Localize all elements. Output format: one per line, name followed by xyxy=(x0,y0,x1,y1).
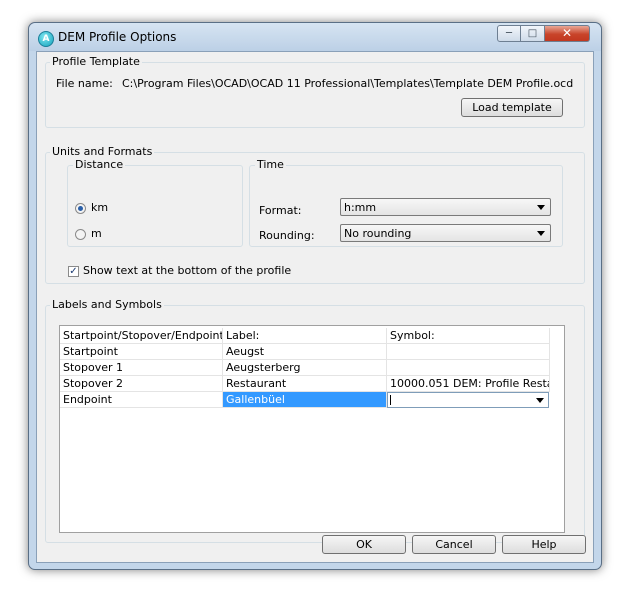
file-path-value: C:\Program Files\OCAD\OCAD 11 Profession… xyxy=(122,77,574,90)
text-caret xyxy=(390,395,391,405)
distance-legend: Distance xyxy=(73,158,126,171)
rounding-label: Rounding: xyxy=(259,229,315,242)
profile-template-group xyxy=(45,62,585,128)
ok-button[interactable]: OK xyxy=(322,535,406,554)
minimize-icon[interactable]: ─ xyxy=(497,25,521,42)
table-cell-point[interactable]: Endpoint xyxy=(60,392,223,408)
load-template-button[interactable]: Load template xyxy=(461,98,563,117)
app-icon: A xyxy=(38,31,54,47)
table-cell-label[interactable]: Aeugst xyxy=(223,344,387,360)
table-cell-label[interactable]: Aeugsterberg xyxy=(223,360,387,376)
dialog-client: Profile Template File name: C:\Program F… xyxy=(36,51,594,563)
labels-table: Startpoint/Stopover/Endpoint: Label: Sym… xyxy=(59,325,565,533)
chevron-down-icon xyxy=(537,205,545,210)
units-formats-legend: Units and Formats xyxy=(50,145,155,158)
table-cell-symbol[interactable]: 10000.051 DEM: Profile Restaurant xyxy=(387,376,550,392)
column-header-label: Label: xyxy=(223,328,387,344)
rounding-dropdown[interactable]: No rounding xyxy=(340,224,551,242)
distance-km-radio[interactable] xyxy=(75,203,86,214)
chevron-down-icon xyxy=(537,231,545,236)
column-header-point: Startpoint/Stopover/Endpoint: xyxy=(60,328,223,344)
close-icon[interactable]: ✕ xyxy=(545,25,590,42)
file-name-label: File name: xyxy=(56,77,113,90)
column-header-symbol: Symbol: xyxy=(387,328,550,344)
distance-m-label: m xyxy=(91,227,102,240)
format-value: h:mm xyxy=(344,201,377,214)
distance-km-label: km xyxy=(91,201,109,214)
chevron-down-icon xyxy=(536,398,544,403)
format-dropdown[interactable]: h:mm xyxy=(340,198,551,216)
help-button[interactable]: Help xyxy=(502,535,586,554)
table-cell-symbol[interactable] xyxy=(387,360,550,376)
table-cell-point[interactable]: Stopover 2 xyxy=(60,376,223,392)
table-cell-symbol[interactable] xyxy=(387,344,550,360)
show-text-label: Show text at the bottom of the profile xyxy=(83,264,292,277)
table-cell-point[interactable]: Startpoint xyxy=(60,344,223,360)
distance-m-radio[interactable] xyxy=(75,229,86,240)
rounding-value: No rounding xyxy=(344,227,412,240)
maximize-icon[interactable]: □ xyxy=(521,25,545,42)
table-cell-point[interactable]: Stopover 1 xyxy=(60,360,223,376)
dialog-window: A DEM Profile Options ─ □ ✕ Profile Temp… xyxy=(28,22,602,570)
profile-template-legend: Profile Template xyxy=(50,55,142,68)
title-bar[interactable]: A DEM Profile Options ─ □ ✕ xyxy=(29,23,601,51)
time-legend: Time xyxy=(255,158,286,171)
cancel-button[interactable]: Cancel xyxy=(412,535,496,554)
labels-symbols-legend: Labels and Symbols xyxy=(50,298,164,311)
symbol-dropdown-editor[interactable] xyxy=(387,392,549,408)
show-text-checkbox[interactable]: ✓ xyxy=(68,266,79,277)
table-cell-label-selected[interactable]: Gallenbüel xyxy=(223,392,387,408)
table-cell-label[interactable]: Restaurant xyxy=(223,376,387,392)
window-title: DEM Profile Options xyxy=(58,30,177,44)
format-label: Format: xyxy=(259,204,302,217)
